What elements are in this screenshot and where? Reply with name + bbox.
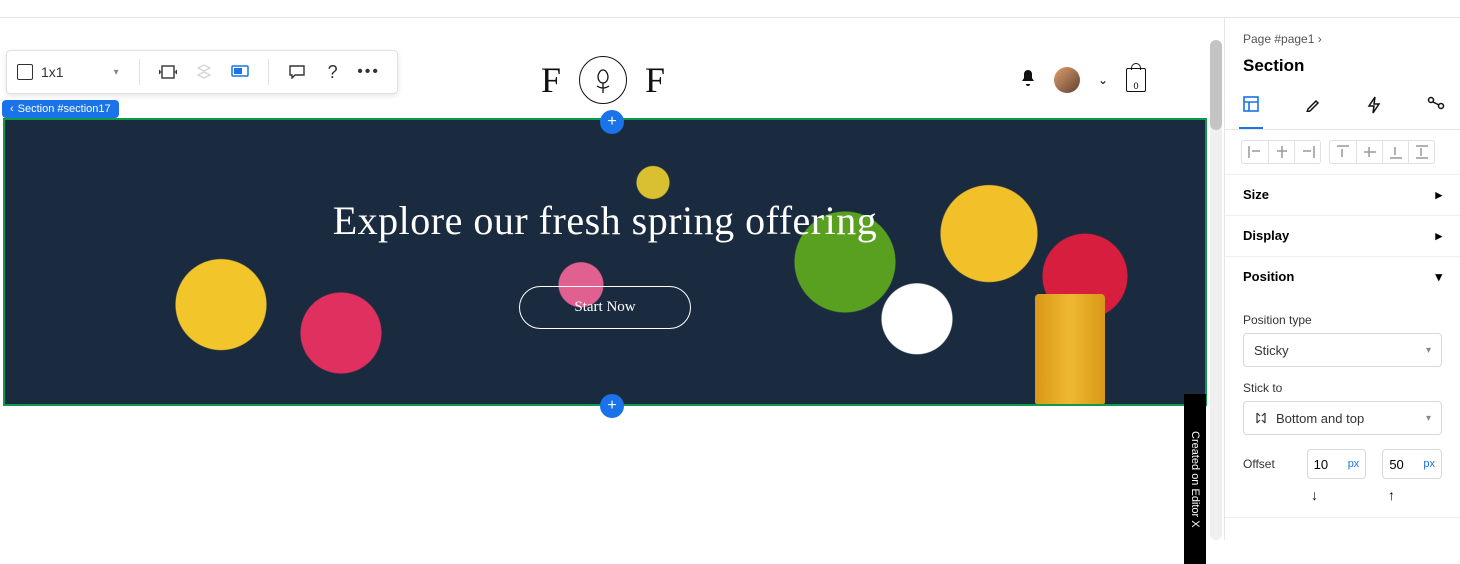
chevron-left-icon: ‹ xyxy=(10,103,14,115)
accordion-size-head[interactable]: Size▸ xyxy=(1225,175,1460,215)
chevron-right-icon: › xyxy=(1318,32,1322,46)
chevron-right-icon: ▸ xyxy=(1435,187,1442,203)
offset-input-1[interactable]: 10px xyxy=(1307,449,1367,479)
stick-to-select[interactable]: Bottom and top ▾ xyxy=(1243,401,1442,435)
comment-icon[interactable] xyxy=(287,62,307,82)
align-stretch-icon[interactable] xyxy=(1408,141,1434,163)
hero-section[interactable]: Explore our fresh spring offering Start … xyxy=(3,118,1207,406)
accordion-position-head[interactable]: Position▾ xyxy=(1225,257,1460,297)
section-breadcrumb[interactable]: ‹ Section #section17 xyxy=(2,100,119,118)
tab-interactions[interactable] xyxy=(1363,88,1385,129)
align-bottom-icon[interactable] xyxy=(1382,141,1408,163)
align-center-h-icon[interactable] xyxy=(1268,141,1294,163)
layers-icon[interactable] xyxy=(194,62,214,82)
tab-layout[interactable] xyxy=(1239,88,1263,129)
align-left-icon[interactable] xyxy=(1242,141,1268,163)
logo-letter-left: F xyxy=(541,59,561,101)
section-toolbar: 1x1 ▾ ? ••• xyxy=(6,50,398,94)
align-right-icon[interactable] xyxy=(1294,141,1320,163)
alignment-row xyxy=(1225,130,1460,175)
chevron-down-icon: ▾ xyxy=(1426,413,1431,424)
offset-label: Offset xyxy=(1243,457,1291,471)
chevron-down-icon[interactable]: ⌄ xyxy=(1098,73,1108,87)
start-now-button[interactable]: Start Now xyxy=(519,286,690,329)
stick-icon xyxy=(1254,410,1268,426)
accordion-display: Display▸ xyxy=(1225,216,1460,257)
tab-design[interactable] xyxy=(1301,88,1325,129)
panel-breadcrumb[interactable]: Page #page1 › xyxy=(1225,18,1460,56)
panel-title: Section xyxy=(1225,56,1460,88)
add-section-bottom[interactable]: + xyxy=(600,394,624,418)
editor-x-badge: Created on Editor X xyxy=(1184,394,1206,564)
panel-tabs xyxy=(1225,88,1460,130)
grid-icon[interactable] xyxy=(17,64,33,80)
accordion-display-head[interactable]: Display▸ xyxy=(1225,216,1460,256)
chevron-right-icon: ▸ xyxy=(1435,228,1442,244)
device-icon[interactable] xyxy=(230,62,250,82)
scrollbar-track[interactable] xyxy=(1210,40,1222,540)
bell-icon[interactable] xyxy=(1020,69,1036,92)
avatar[interactable] xyxy=(1054,67,1080,93)
vase-decor xyxy=(1035,294,1105,404)
align-top-icon[interactable] xyxy=(1330,141,1356,163)
more-icon[interactable]: ••• xyxy=(359,62,379,82)
position-type-label: Position type xyxy=(1243,313,1442,327)
align-center-v-icon[interactable] xyxy=(1356,141,1382,163)
help-icon[interactable]: ? xyxy=(323,62,343,82)
chevron-down-icon[interactable]: ▾ xyxy=(114,67,119,78)
add-section-top[interactable]: + xyxy=(600,110,624,134)
hero-headline: Explore our fresh spring offering xyxy=(333,196,878,246)
accordion-position: Position▾ Position type Sticky▾ Stick to… xyxy=(1225,257,1460,518)
chevron-down-icon: ▾ xyxy=(1435,269,1442,285)
arrow-up-icon: ↑ xyxy=(1388,487,1395,503)
fit-width-icon[interactable] xyxy=(158,62,178,82)
scrollbar-thumb[interactable] xyxy=(1210,40,1222,130)
flower-icon xyxy=(579,56,627,104)
accordion-size: Size▸ xyxy=(1225,175,1460,216)
inspector-panel: Page #page1 › Section xyxy=(1224,18,1460,540)
site-logo: F F xyxy=(541,56,665,104)
arrow-down-icon: ↓ xyxy=(1311,487,1318,503)
logo-letter-right: F xyxy=(645,59,665,101)
bag-icon[interactable]: 0 xyxy=(1126,68,1146,92)
tab-advanced[interactable] xyxy=(1423,88,1449,129)
chevron-down-icon: ▾ xyxy=(1426,345,1431,356)
grid-label[interactable]: 1x1 xyxy=(41,64,64,80)
position-type-select[interactable]: Sticky▾ xyxy=(1243,333,1442,367)
stick-to-label: Stick to xyxy=(1243,381,1442,395)
offset-input-2[interactable]: 50px xyxy=(1382,449,1442,479)
